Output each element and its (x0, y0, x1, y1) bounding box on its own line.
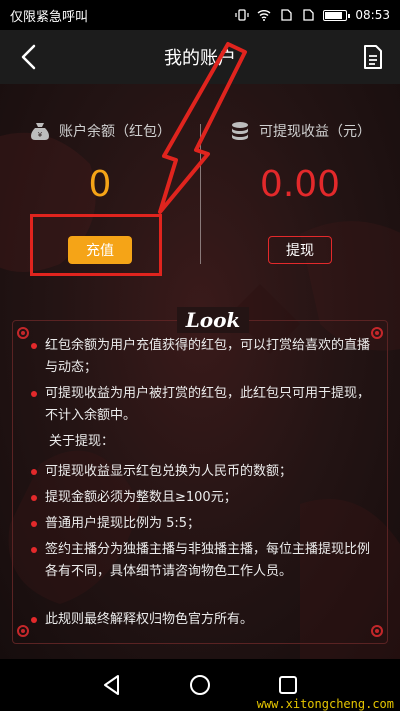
back-triangle-icon[interactable] (98, 671, 126, 699)
corner-dot-icon (371, 625, 383, 637)
bullet-icon (31, 547, 37, 553)
account-content: ¥ 账户余额（红包） 0 可提现收益（元） 0.00 充值 提现 Look 红包… (0, 84, 400, 659)
home-circle-icon[interactable] (186, 671, 214, 699)
rule-item: 提现金额必须为整数且≥100元； (31, 487, 371, 509)
withdraw-heading: 关于提现： (49, 434, 115, 449)
corner-dot-icon (17, 625, 29, 637)
svg-text:¥: ¥ (38, 131, 43, 139)
document-icon[interactable] (362, 44, 384, 70)
clock-text: 08:53 (355, 8, 390, 22)
coins-icon (232, 122, 248, 140)
balance-amount: 0 (88, 164, 112, 205)
vibrate-icon (235, 9, 250, 21)
rule-item: 此规则最终解释权归物色官方所有。 (31, 609, 371, 631)
bullet-icon (31, 469, 37, 475)
balance-label: 账户余额（红包） (59, 124, 171, 140)
sim-icon (281, 9, 293, 21)
rule-item: 可提现收益显示红包兑换为人民币的数额； (31, 461, 371, 483)
withdraw-button[interactable]: 提现 (268, 236, 332, 264)
system-navigation-bar: www.xitongcheng.com (0, 659, 400, 711)
rule-item: 普通用户提现比例为 5:5； (31, 513, 371, 535)
bullet-icon (31, 617, 37, 623)
battery-icon (323, 9, 351, 21)
earnings-amount: 0.00 (259, 164, 341, 205)
recent-apps-icon[interactable] (274, 671, 302, 699)
bullet-icon (31, 391, 37, 397)
carrier-text: 仅限紧急呼叫 (10, 9, 89, 25)
corner-dot-icon (17, 327, 29, 339)
bullet-icon (31, 521, 37, 527)
watermark-text: www.xitongcheng.com (256, 697, 394, 711)
bullet-icon (31, 343, 37, 349)
wifi-icon (257, 10, 271, 21)
sim2-icon (303, 9, 315, 21)
corner-dot-icon (371, 327, 383, 339)
annotation-highlight-box (30, 214, 162, 276)
rule-item: 可提现收益为用户被打赏的红包，此红包只可用于提现，不计入余额中。 (31, 383, 371, 427)
rule-item: 签约主播分为独播主播与非独播主播，每位主播提现比例各有不同，具体细节请咨询物色工… (31, 539, 371, 583)
rules-card: Look 红包余额为用户充值获得的红包，可以打赏给喜欢的直播与动态； 可提现收益… (12, 307, 388, 644)
nav-bar: 我的账户 (0, 30, 400, 84)
bullet-icon (31, 495, 37, 501)
money-bag-icon: ¥ (31, 123, 49, 140)
status-bar: 仅限紧急呼叫 08:53 (0, 0, 400, 30)
look-logo: Look (177, 307, 249, 333)
rule-item: 红包余额为用户充值获得的红包，可以打赏给喜欢的直播与动态； (31, 335, 371, 379)
back-arrow-icon[interactable] (16, 42, 44, 72)
status-icons: 08:53 (235, 8, 390, 22)
earnings-label: 可提现收益（元） (259, 124, 371, 140)
page-title: 我的账户 (164, 48, 236, 69)
